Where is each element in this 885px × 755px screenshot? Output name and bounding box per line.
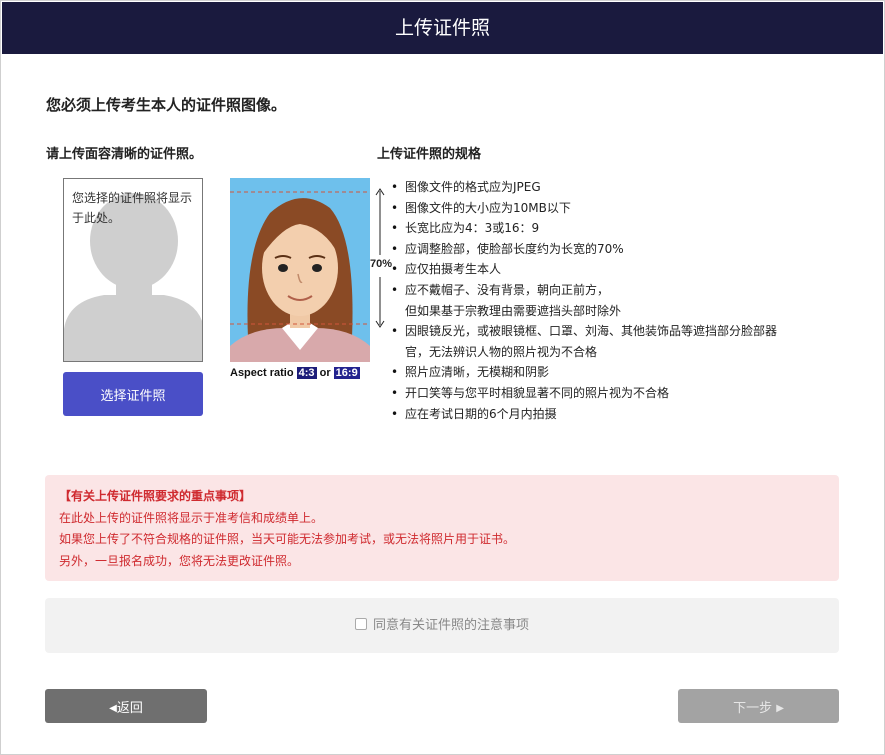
spec-item: 应在考试日期的6个月内拍摄 <box>391 404 825 425</box>
spec-item: 开口笑等与您平时相貌显著不同的照片视为不合格 <box>391 383 825 404</box>
upload-photo-window: 上传证件照 您必须上传考生本人的证件照图像。 请上传面容清晰的证件照。 上传证件… <box>0 0 885 755</box>
agree-checkbox[interactable] <box>354 618 367 630</box>
spec-item: 图像文件的大小应为10MB以下 <box>391 198 825 219</box>
notice-line: 另外，一旦报名成功，您将无法更改证件照。 <box>59 553 300 568</box>
main-heading: 您必须上传考生本人的证件照图像。 <box>46 96 287 114</box>
upload-instruction-heading: 请上传面容清晰的证件照。 <box>46 147 203 162</box>
specs-heading: 上传证件照的规格 <box>377 147 482 162</box>
back-button[interactable]: ◀返回 <box>45 689 207 723</box>
next-button-label: 下一步 <box>733 700 773 716</box>
spec-item: 应仅拍摄考生本人 <box>391 259 825 280</box>
spec-item: 长宽比应为4：3或16：9 <box>391 218 825 239</box>
notice-title: 【有关上传证件照要求的重点事项】 <box>59 489 252 503</box>
aspect-ratio-4-3: 4:3 <box>296 367 317 379</box>
agree-label[interactable]: 同意有关证件照的注意事项 <box>373 618 529 633</box>
photo-specs-list: 图像文件的格式应为JPEG 图像文件的大小应为10MB以下 长宽比应为4：3或1… <box>391 177 825 425</box>
face-ratio-label: 70% <box>370 258 393 270</box>
notice-line: 在此处上传的证件照将显示于准考信和成绩单上。 <box>59 510 324 525</box>
next-button[interactable]: 下一步 ▶ <box>678 689 839 723</box>
back-button-label: 返回 <box>116 700 143 716</box>
page-title: 上传证件照 <box>2 2 883 54</box>
photo-preview: 您选择的证件照将显示于此处。 <box>63 178 203 362</box>
caret-right-icon: ▶ <box>776 702 784 714</box>
spec-item: 图像文件的格式应为JPEG <box>391 177 825 198</box>
spec-item: 照片应清晰，无模糊和阴影 <box>391 362 825 383</box>
aspect-ratio-caption: Aspect ratio 4:3 or 16:9 <box>230 367 360 379</box>
aspect-ratio-prefix: Aspect ratio <box>230 367 294 379</box>
spec-item: 应调整脸部，使脸部长度约为长宽的70% <box>391 239 825 260</box>
choose-photo-button[interactable]: 选择证件照 <box>63 372 203 416</box>
sample-photo-illustration <box>230 178 370 362</box>
important-notice: 【有关上传证件照要求的重点事项】 在此处上传的证件照将显示于准考信和成绩单上。 … <box>45 475 839 581</box>
spec-item-continuation: 官，无法辨识人物的照片视为不合格 <box>405 344 598 359</box>
spec-item: 应不戴帽子、没有背景，朝向正前方， <box>391 280 825 301</box>
notice-line: 如果您上传了不符合规格的证件照，当天可能无法参加考试，或无法将照片用于证书。 <box>59 532 516 546</box>
preview-placeholder-text: 您选择的证件照将显示于此处。 <box>72 191 193 225</box>
caret-left-icon: ◀ <box>109 702 117 714</box>
aspect-ratio-16-9: 16:9 <box>333 367 360 379</box>
agree-panel: 同意有关证件照的注意事项 <box>45 598 839 653</box>
spec-item: 因眼镜反光，或被眼镜框、口罩、刘海、其他装饰品等遮挡部分脸部器 <box>391 321 825 342</box>
spec-item-continuation: 但如果基于宗教理由需要遮挡头部时除外 <box>405 303 622 318</box>
aspect-ratio-or: or <box>319 367 331 379</box>
